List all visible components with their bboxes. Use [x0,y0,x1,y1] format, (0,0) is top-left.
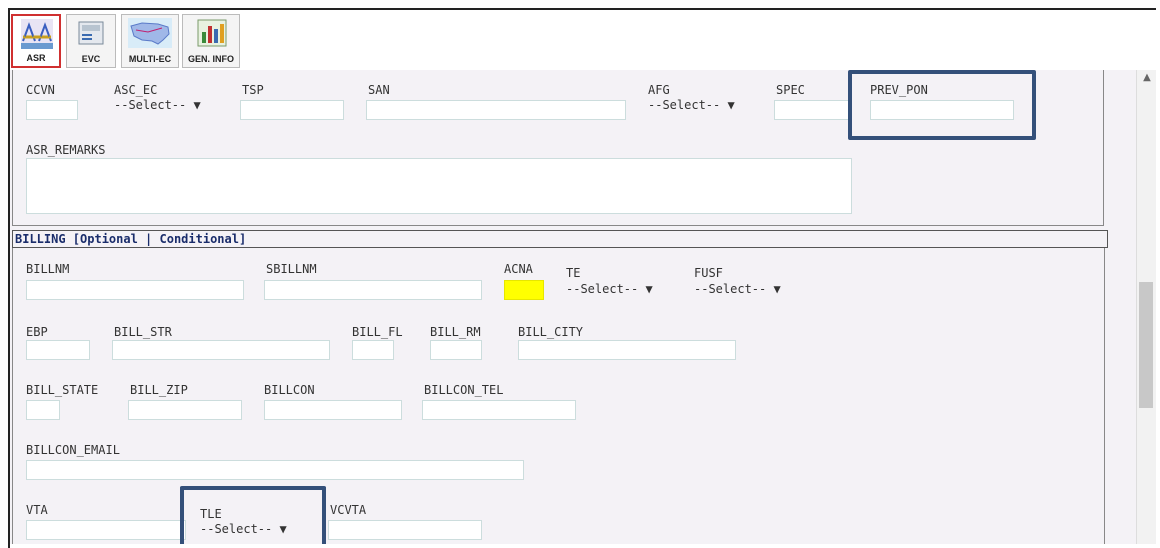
fusf-select[interactable]: --Select-- ▼ [694,282,781,296]
bill-city-input[interactable] [518,340,736,360]
bill-str-label: BILL_STR [114,325,172,339]
scrollbar-thumb[interactable] [1139,282,1153,408]
san-input[interactable] [366,100,626,120]
bill-city-label: BILL_CITY [518,325,584,339]
billnm-input[interactable] [26,280,244,300]
billnm-label: BILLNM [26,262,70,276]
billcon-email-label: BILLCON_EMAIL [26,443,120,457]
bill-fl-input[interactable] [352,340,394,360]
multi-ec-tab-label: MULTI-EC [128,54,172,64]
asr-remarks-label: ASR_REMARKS [26,143,106,157]
afg-select[interactable]: --Select-- ▼ [648,98,735,112]
billcon-tel-label: BILLCON_TEL [424,383,504,397]
vcvta-input[interactable] [328,520,482,540]
tsp-input[interactable] [240,100,344,120]
billcon-label: BILLCON [264,383,315,397]
tle-highlight-box [180,486,326,544]
bill-zip-label: BILL_ZIP [130,383,188,397]
gen-info-tab-label: GEN. INFO [187,54,234,64]
vcvta-label: VCVTA [330,503,367,517]
bridge-icon [21,19,53,49]
asr-tab-label: ASR [26,53,46,63]
acna-input[interactable] [504,280,544,300]
gen-info-tab-button[interactable]: GEN. INFO [182,14,240,68]
ebp-input[interactable] [26,340,90,360]
spec-label: SPEC [776,83,805,97]
bill-state-input[interactable] [26,400,60,420]
asr-tab-button[interactable]: ASR [11,14,61,68]
ebp-label: EBP [26,325,48,339]
billcon-input[interactable] [264,400,402,420]
evc-tab-label: EVC [81,54,101,64]
bill-fl-label: BILL_FL [352,325,403,339]
fusf-label: FUSF [694,266,723,280]
sbillnm-label: SBILLNM [266,262,317,276]
bar-chart-icon [197,19,227,47]
multi-ec-tab-button[interactable]: MULTI-EC [121,14,179,68]
te-select[interactable]: --Select-- ▼ [566,282,653,296]
bill-rm-label: BILL_RM [430,325,481,339]
prev-pon-highlight-box [848,70,1036,140]
ccvn-label: CCVN [26,83,55,97]
scroll-up-arrow-icon[interactable]: ▲ [1137,72,1157,83]
spec-input[interactable] [774,100,850,120]
billing-left-border [12,248,13,544]
asr-remarks-textarea[interactable] [26,158,852,214]
bill-str-input[interactable] [112,340,330,360]
vta-input[interactable] [26,520,186,540]
vta-label: VTA [26,503,48,517]
te-label: TE [566,266,581,280]
toolbar: ASR EVC MULTI-EC GEN. INFO [10,10,1156,68]
form-area: CCVN ASC_EC --Select-- ▼ TSP SAN AFG --S… [10,70,1136,544]
tsp-label: TSP [242,83,264,97]
billing-section-header: BILLING [Optional | Conditional] [12,230,1108,248]
ccvn-input[interactable] [26,100,78,120]
billing-right-border [1104,248,1105,544]
bill-zip-input[interactable] [128,400,242,420]
vertical-scrollbar[interactable]: ▲ [1136,70,1156,544]
billcon-email-input[interactable] [26,460,524,480]
evc-tab-button[interactable]: EVC [66,14,116,68]
san-label: SAN [368,83,390,97]
bill-state-label: BILL_STATE [26,383,99,397]
sbillnm-input[interactable] [264,280,482,300]
usa-map-icon [128,18,172,48]
acna-label: ACNA [504,262,533,276]
asc-ec-select[interactable]: --Select-- ▼ [114,98,201,112]
billcon-tel-input[interactable] [422,400,576,420]
asc-ec-label: ASC_EC [114,83,158,97]
afg-label: AFG [648,83,670,97]
fax-machine-icon [78,21,104,45]
bill-rm-input[interactable] [430,340,482,360]
